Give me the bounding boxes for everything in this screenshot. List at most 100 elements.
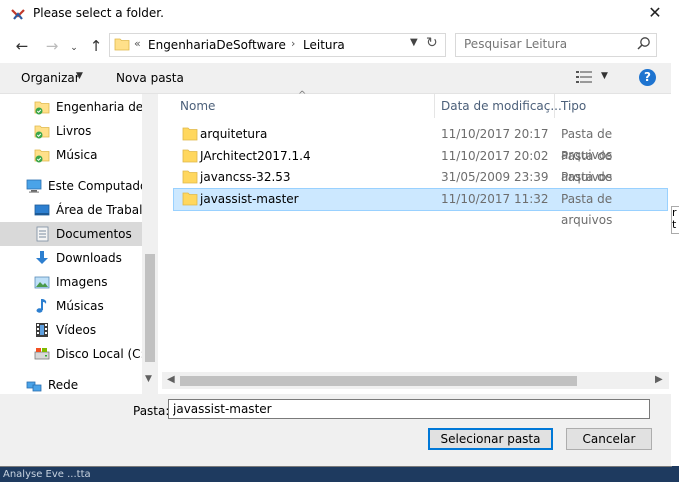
column-header-name[interactable]: Nome [180, 94, 215, 118]
nav-item-musica[interactable]: Música [0, 143, 142, 167]
scroll-down-arrow-icon[interactable]: ▼ [145, 374, 152, 384]
title-bar: Please select a folder. ✕ [0, 0, 671, 28]
background-window: r t [671, 0, 679, 466]
search-box[interactable] [455, 33, 657, 57]
music-icon [36, 299, 47, 313]
nav-item-este-computador[interactable]: Este Computador [0, 174, 142, 198]
breadcrumb-separator[interactable]: › [291, 37, 295, 50]
file-name: arquitetura [200, 127, 268, 141]
folder-icon [182, 192, 198, 206]
file-name: javancss-32.53 [200, 170, 291, 184]
folder-icon [182, 127, 198, 141]
select-folder-button[interactable]: Selecionar pasta [428, 428, 553, 450]
scroll-thumb[interactable] [180, 376, 577, 386]
file-name: JArchitect2017.1.4 [200, 149, 311, 163]
nav-item-label: Músicas [56, 299, 104, 313]
navigation-pane: Engenharia de Software Livros Música Est… [0, 94, 158, 394]
column-header-type[interactable]: Tipo [561, 94, 586, 118]
organize-button[interactable]: Organizar [21, 71, 80, 85]
new-folder-button[interactable]: Nova pasta [116, 71, 184, 85]
drive-icon [34, 348, 50, 360]
nav-item-label: Área de Trabalho [56, 203, 142, 217]
desktop-icon [34, 204, 50, 216]
nav-item-engenharia-de-software[interactable]: Engenharia de Software [0, 95, 142, 119]
view-dropdown-icon[interactable]: ▼ [601, 71, 608, 81]
nav-item-label: Downloads [56, 251, 122, 265]
background-status-bar: Analyse Eve ...tta [0, 467, 679, 482]
documents-icon [36, 226, 49, 242]
scroll-right-arrow-icon[interactable]: ▶ [655, 374, 663, 385]
organize-dropdown-icon[interactable]: ▼ [76, 71, 83, 81]
file-name: javassist-master [200, 192, 299, 206]
file-row-javancss[interactable]: javancss-32.53 31/05/2009 23:39 Pasta de… [174, 167, 667, 205]
back-arrow-icon[interactable]: ← [12, 36, 32, 56]
nav-item-label: Este Computador [48, 179, 142, 193]
window-title: Please select a folder. [33, 6, 164, 20]
file-row-arquitetura[interactable]: arquitetura 11/10/2017 20:17 Pasta de ar… [174, 124, 667, 162]
nav-item-label: Livros [56, 124, 92, 138]
search-input[interactable] [464, 37, 624, 51]
column-header-date[interactable]: Data de modificaç... [441, 94, 562, 118]
folder-name-input[interactable] [168, 399, 650, 419]
address-overflow[interactable]: « [134, 37, 141, 50]
nav-item-livros[interactable]: Livros [0, 119, 142, 143]
address-bar[interactable]: « EngenhariaDeSoftware › Leitura ▼ ↻ [109, 33, 446, 57]
nav-item-label: Música [56, 148, 98, 162]
folder-synced-icon [34, 125, 50, 139]
file-type: Pasta de arquivos [561, 192, 613, 227]
file-date: 11/10/2017 20:17 [441, 127, 549, 141]
nav-item-downloads[interactable]: Downloads [0, 246, 142, 270]
nav-item-area-de-trabalho[interactable]: Área de Trabalho [0, 198, 142, 222]
nav-item-label: Vídeos [56, 323, 97, 337]
forward-arrow-icon[interactable]: → [42, 36, 62, 56]
column-divider[interactable] [554, 94, 555, 118]
file-list: Nome ^ Data de modificaç... Tipo arquite… [162, 90, 669, 372]
navigation-scrollbar[interactable]: ▼ [142, 94, 158, 394]
up-arrow-icon[interactable]: ↑ [86, 36, 106, 56]
computer-icon [26, 179, 42, 193]
address-dropdown-icon[interactable]: ▼ [410, 37, 418, 48]
nav-item-disco-local[interactable]: Disco Local (C:) [0, 342, 142, 366]
nav-item-musicas[interactable]: Músicas [0, 294, 142, 318]
file-date: 11/10/2017 20:02 [441, 149, 549, 163]
horizontal-scrollbar[interactable]: ◀ ▶ [162, 372, 669, 389]
sort-ascending-icon: ^ [298, 90, 307, 101]
close-icon[interactable]: ✕ [642, 2, 668, 24]
videos-icon [36, 323, 48, 337]
file-date: 31/05/2009 23:39 [441, 170, 549, 184]
app-icon [11, 9, 25, 20]
pictures-icon [34, 276, 50, 289]
view-options-icon[interactable] [576, 70, 594, 84]
file-row-jarchitect[interactable]: JArchitect2017.1.4 11/10/2017 20:02 Past… [174, 146, 667, 184]
file-row-javassist-master[interactable]: javassist-master 11/10/2017 11:32 Pasta … [173, 188, 668, 227]
breadcrumb-engenhariadesoftware[interactable]: EngenhariaDeSoftware [148, 38, 286, 52]
folder-field-label: Pasta: [133, 404, 170, 418]
help-icon[interactable]: ? [639, 69, 656, 86]
scroll-left-arrow-icon[interactable]: ◀ [167, 374, 175, 385]
nav-item-label: Documentos [56, 227, 132, 241]
downloads-icon [36, 251, 48, 264]
folder-synced-icon [34, 101, 50, 115]
background-panel-edge: r t [671, 206, 679, 234]
nav-item-documentos[interactable]: Documentos [0, 222, 142, 246]
scroll-thumb[interactable] [145, 254, 155, 362]
folder-dialog: Please select a folder. ✕ ← → ⌄ ↑ « Enge… [0, 0, 672, 467]
nav-item-label: Engenharia de Software [56, 100, 142, 114]
folder-icon [182, 170, 198, 184]
breadcrumb-leitura[interactable]: Leitura [303, 38, 345, 52]
recent-locations-chevron-icon[interactable]: ⌄ [64, 38, 84, 58]
folder-icon [114, 38, 130, 51]
nav-item-label: Disco Local (C:) [56, 347, 142, 361]
cancel-button[interactable]: Cancelar [566, 428, 652, 450]
nav-item-imagens[interactable]: Imagens [0, 270, 142, 294]
folder-icon [182, 149, 198, 163]
folder-synced-icon [34, 149, 50, 163]
file-date: 11/10/2017 11:32 [441, 192, 549, 206]
refresh-icon[interactable]: ↻ [426, 35, 438, 51]
nav-item-label: Imagens [56, 275, 108, 289]
nav-item-videos[interactable]: Vídeos [0, 318, 142, 342]
search-icon[interactable] [636, 36, 652, 52]
network-icon [26, 381, 42, 392]
column-divider[interactable] [434, 94, 435, 118]
command-bar: Organizar ▼ Nova pasta ▼ ? [0, 63, 671, 94]
